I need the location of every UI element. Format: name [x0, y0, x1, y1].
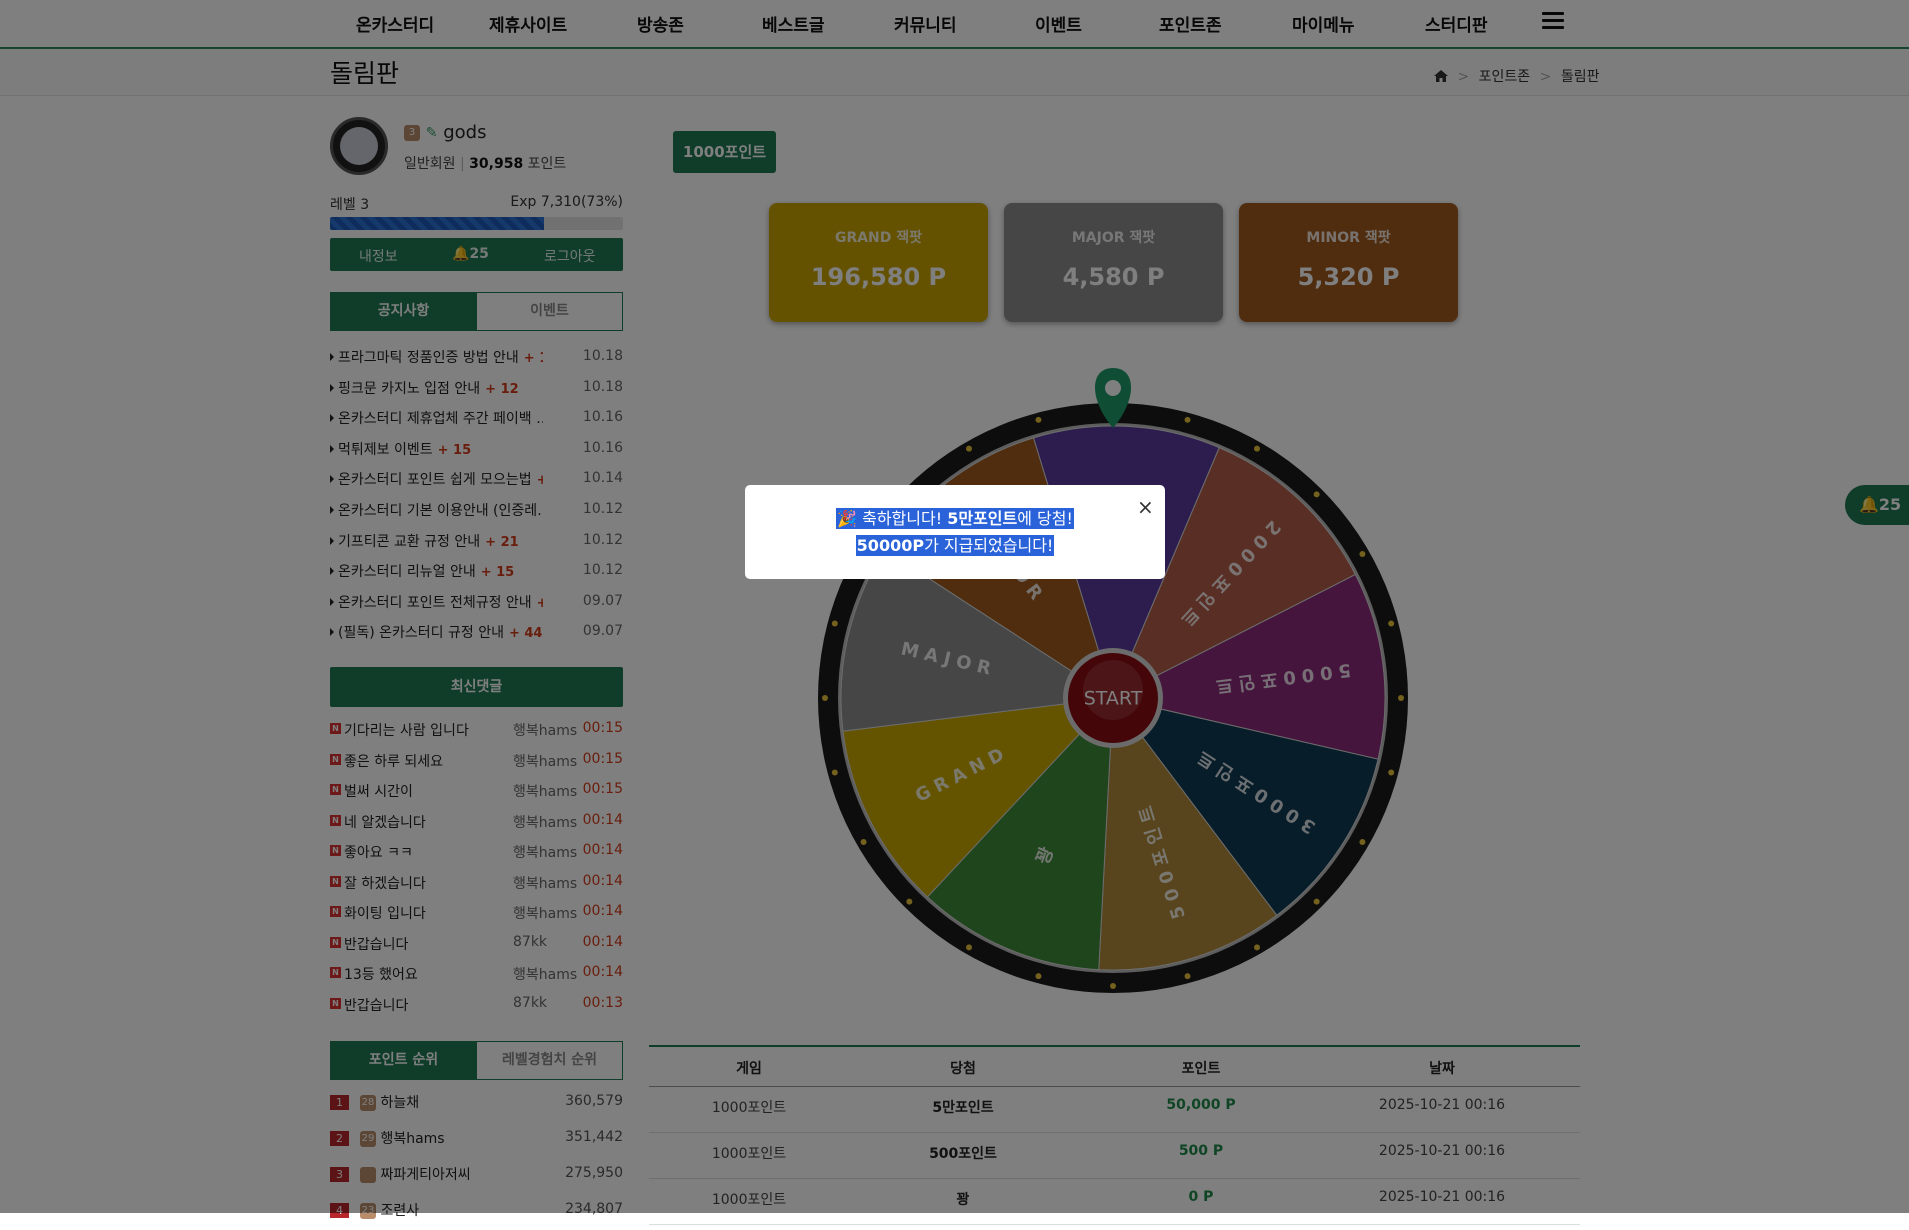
modal-line-1-text: 🎉 축하합니다! 5만포인트에 당첨! — [836, 508, 1074, 529]
modal-line-2: 50000P가 지급되었습니다! — [745, 532, 1165, 556]
close-icon[interactable]: × — [1137, 497, 1154, 517]
congrats-text: 축하합니다! — [862, 509, 948, 528]
party-icon: 🎉 — [837, 509, 858, 528]
modal-line-2-text: 50000P가 지급되었습니다! — [855, 535, 1055, 556]
prize-name: 5만포인트 — [947, 509, 1018, 528]
page: 온카스터디 제휴사이트 방송존 베스트글 커뮤니티 이벤트 포인트존 마이메뉴 … — [0, 0, 1909, 1225]
win-result-modal: 🎉 축하합니다! 5만포인트에 당첨! 50000P가 지급되었습니다! × — [745, 485, 1165, 579]
prize-amount: 50000P — [856, 536, 925, 555]
paid-text: 가 지급되었습니다! — [924, 536, 1054, 555]
modal-line-1: 🎉 축하합니다! 5만포인트에 당첨! — [745, 505, 1165, 529]
win-text: 에 당첨! — [1017, 509, 1073, 528]
modal-overlay[interactable] — [0, 0, 1909, 1213]
